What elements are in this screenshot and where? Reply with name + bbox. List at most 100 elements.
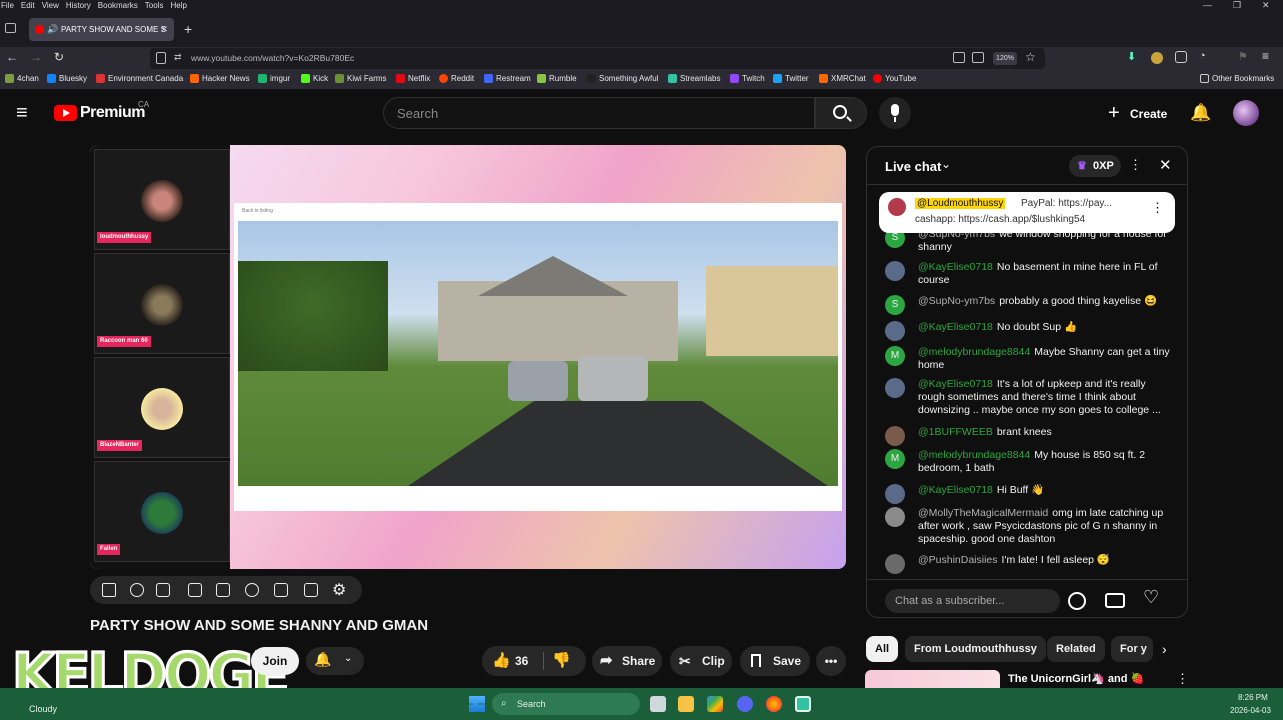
downloads-icon[interactable]: ⬇ (1127, 50, 1136, 63)
bookmark-item[interactable]: Kiwi Farms (335, 74, 387, 83)
maximize-icon[interactable]: ❐ (1233, 0, 1241, 11)
settings-gear-icon[interactable]: ⚙ (332, 580, 346, 600)
minimize-icon[interactable]: — (1203, 0, 1212, 10)
chip-for-you[interactable]: For y (1111, 636, 1153, 662)
bookmark-item[interactable]: Twitch (730, 74, 765, 83)
weather-text[interactable]: Cloudy (29, 704, 57, 714)
close-window-icon[interactable]: ✕ (1262, 0, 1270, 11)
tab-close-icon[interactable]: ✕ (160, 18, 168, 41)
reader-view-icon[interactable] (972, 52, 984, 63)
emoji-icon[interactable] (1068, 592, 1086, 610)
pinned-message[interactable]: @Loudmouthhussy PayPal: https://pay... c… (879, 192, 1175, 233)
taskbar-search[interactable]: ⌕ Search (492, 693, 640, 715)
chip-related[interactable]: Related (1047, 636, 1105, 662)
join-button[interactable]: Join (251, 647, 299, 675)
chat-options-icon[interactable]: ⋮ (1129, 157, 1142, 173)
menu-history[interactable]: History (66, 0, 91, 11)
chip-all[interactable]: All (866, 636, 899, 662)
site-info-icon[interactable] (156, 52, 166, 64)
dislike-button[interactable]: 👎 (552, 646, 571, 676)
create-button[interactable]: + Create (1106, 100, 1167, 126)
menu-tools[interactable]: Tools (145, 0, 164, 11)
bookmark-item[interactable]: Hacker News (190, 74, 250, 83)
file-explorer-icon[interactable] (678, 696, 694, 712)
bookmark-item[interactable]: Bluesky (47, 74, 87, 83)
xp-badge[interactable]: ♛ 0XP (1069, 155, 1121, 177)
bookmark-item[interactable]: Restream (484, 74, 531, 83)
account-icon[interactable]: ◔ (1199, 50, 1206, 62)
bookmark-item[interactable]: Twitter (773, 74, 809, 83)
bookmark-item[interactable]: Kick (301, 74, 328, 83)
active-tab[interactable]: 🔊 PARTY SHOW AND SOME S ✕ (29, 18, 174, 41)
new-tab-icon[interactable]: + (184, 21, 192, 37)
bookmark-item[interactable]: XMRChat (819, 74, 866, 83)
subscription-bell-button[interactable]: 🔔 ⌄ (306, 647, 364, 675)
close-chat-icon[interactable]: ✕ (1159, 156, 1172, 174)
zoom-level[interactable]: 120% (993, 52, 1017, 65)
chat-input[interactable]: Chat as a subscriber... (885, 589, 1060, 613)
camera-icon[interactable] (304, 583, 318, 597)
like-button[interactable]: 👍 (492, 646, 511, 676)
guide-menu-icon[interactable]: ≡ (16, 103, 28, 123)
bookmark-item[interactable]: Something Awful (587, 74, 658, 83)
message-author[interactable]: @SupNo-ym7bs (918, 295, 995, 307)
message-author[interactable]: @PushinDaisiies (918, 554, 998, 566)
search-button[interactable] (815, 97, 867, 129)
menu-view[interactable]: View (42, 0, 59, 11)
voice-search-button[interactable] (879, 97, 911, 129)
tab-list-icon[interactable] (5, 23, 16, 33)
url-bar[interactable]: ⇄ www.youtube.com/watch?v=Ko2RBu780Ec 12… (150, 48, 1045, 69)
video-options-icon[interactable]: ⋮ (1176, 671, 1189, 687)
app-menu-icon[interactable]: ≡ (1262, 49, 1269, 63)
chat-title[interactable]: Live chat (885, 159, 941, 174)
premium-logo-text[interactable]: Premium (80, 104, 145, 122)
message-author[interactable]: @1BUFFWEEB (918, 426, 993, 438)
message-author[interactable]: @KayElise0718 (918, 484, 993, 496)
subtitles-icon[interactable] (156, 583, 170, 597)
menu-help[interactable]: Help (170, 0, 186, 11)
other-bookmarks[interactable]: Other Bookmarks (1200, 74, 1274, 83)
extensions-icon[interactable] (1175, 51, 1187, 63)
loop-icon[interactable] (102, 583, 116, 597)
back-icon[interactable]: ← (6, 50, 18, 64)
save-button[interactable]: Save (740, 646, 810, 676)
bookmark-star-icon[interactable]: ☆ (1025, 50, 1036, 64)
message-author[interactable]: @melodybrundage8844 (918, 346, 1030, 358)
message-author[interactable]: @KayElise0718 (918, 378, 993, 390)
heart-icon[interactable]: ♡ (1143, 587, 1159, 608)
audio-playing-icon[interactable]: 🔊 (47, 18, 58, 41)
live-icon[interactable] (130, 583, 144, 597)
bookmark-item[interactable]: YouTube (873, 74, 916, 83)
bookmark-item[interactable]: Environment Canada (96, 74, 183, 83)
bookmark-item[interactable]: 4chan (5, 74, 39, 83)
super-chat-icon[interactable] (1105, 593, 1125, 608)
notifications-bell-icon[interactable]: 🔔 (1190, 103, 1211, 123)
pinned-options-icon[interactable]: ⋮ (1151, 200, 1164, 216)
next-video-title[interactable]: The UnicornGirl🦄 and 🍓 (1008, 672, 1144, 685)
reload-icon[interactable]: ↻ (54, 50, 64, 64)
discord-icon[interactable] (737, 696, 753, 712)
message-author[interactable]: @KayElise0718 (918, 321, 993, 333)
clip-button[interactable]: ✂ Clip (670, 646, 732, 676)
bookmark-item[interactable]: Netflix (396, 74, 430, 83)
firefox-icon[interactable] (766, 696, 782, 712)
message-author[interactable]: @KayElise0718 (918, 261, 993, 273)
chevron-down-icon[interactable]: ⌄ (941, 157, 951, 171)
menu-file[interactable]: File (1, 0, 14, 11)
bookmark-item[interactable]: Streamlabs (668, 74, 720, 83)
clock-time[interactable]: 8:26 PM (1238, 693, 1268, 702)
forward-icon[interactable]: → (30, 50, 42, 64)
theater-icon[interactable] (188, 583, 202, 597)
windows-start-icon[interactable] (469, 696, 485, 712)
youtube-logo-icon[interactable] (54, 105, 77, 121)
video-player[interactable]: loudmouthhussy Raccoon man 60 BlazeNBant… (90, 145, 846, 569)
more-actions-button[interactable]: ••• (816, 646, 846, 676)
search-input[interactable]: Search (383, 97, 815, 129)
menu-bookmarks[interactable]: Bookmarks (98, 0, 138, 11)
streamlabs-icon[interactable] (795, 696, 811, 712)
avatar[interactable] (1233, 100, 1259, 126)
bookmark-item[interactable]: imgur (258, 74, 290, 83)
share-button[interactable]: ➦ Share (592, 646, 662, 676)
message-author[interactable]: @MollyTheMagicalMermaid (918, 507, 1048, 519)
copilot-icon[interactable] (707, 696, 723, 712)
